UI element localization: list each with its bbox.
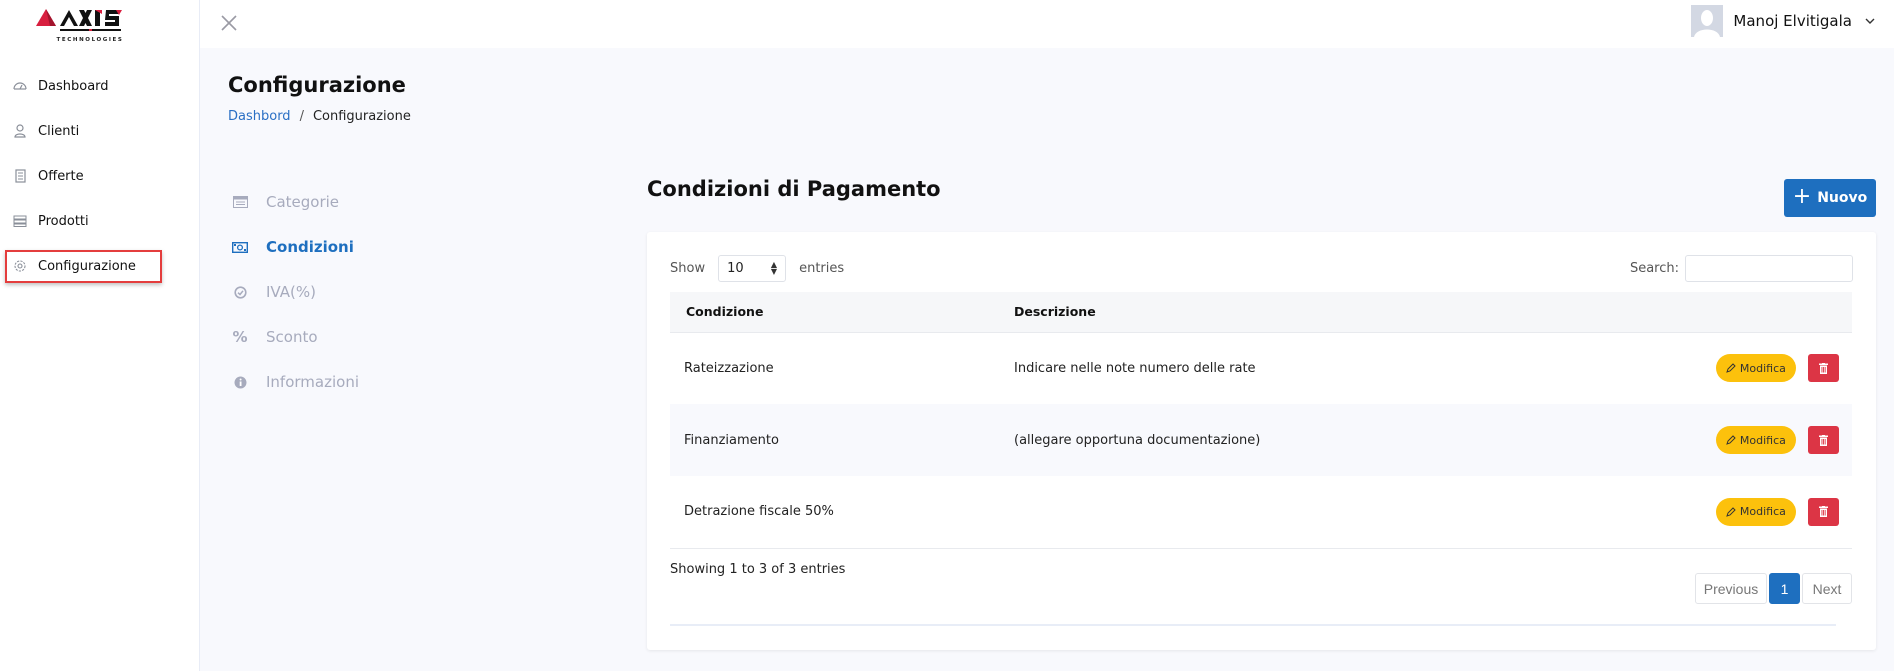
cell-descrizione: Indicare nelle note numero delle rate bbox=[1014, 360, 1256, 376]
breadcrumb-home-link[interactable]: Dashbord bbox=[228, 109, 291, 124]
subnav-label: Sconto bbox=[266, 328, 318, 346]
pagination-page-1[interactable]: 1 bbox=[1769, 573, 1800, 604]
cell-condizione: Rateizzazione bbox=[684, 360, 774, 376]
column-header-descrizione[interactable]: Descrizione bbox=[1014, 292, 1554, 332]
delete-button[interactable] bbox=[1808, 426, 1839, 454]
sidebar-item-clienti[interactable]: Clienti bbox=[12, 119, 79, 143]
sidebar-item-configurazione[interactable]: Configurazione bbox=[12, 254, 136, 278]
subnav-item-sconto[interactable]: % Sconto bbox=[232, 326, 318, 348]
top-header bbox=[200, 0, 1894, 48]
list-icon bbox=[12, 213, 28, 229]
sidebar-item-label: Clienti bbox=[38, 123, 80, 139]
new-button[interactable]: + Nuovo bbox=[1784, 179, 1876, 217]
percent-icon: % bbox=[232, 328, 248, 346]
cell-condizione: Detrazione fiscale 50% bbox=[684, 504, 834, 520]
pagination-next[interactable]: Next bbox=[1802, 573, 1852, 604]
cell-actions: Modifica bbox=[1554, 476, 1852, 548]
cell-descrizione: (allegare opportuna documentazione) bbox=[1014, 432, 1261, 448]
search-input[interactable] bbox=[1685, 255, 1853, 282]
subnav-label: Categorie bbox=[266, 193, 340, 211]
svg-text:TECHNOLOGIES: TECHNOLOGIES bbox=[57, 37, 124, 43]
subnav-label: Informazioni bbox=[266, 373, 359, 391]
pencil-icon bbox=[1726, 507, 1736, 517]
table-row: Rateizzazione Indicare nelle note numero… bbox=[670, 332, 1852, 404]
entries-length-control: Show 10 ▲ ▼ entries bbox=[670, 255, 844, 282]
receipt-icon bbox=[12, 168, 28, 184]
trash-icon bbox=[1819, 506, 1828, 518]
sidebar-item-label: Dashboard bbox=[38, 78, 109, 94]
page-title: Configurazione bbox=[228, 73, 406, 97]
conditions-table: Condizione Descrizione Rateizzazione Ind… bbox=[670, 292, 1852, 549]
pencil-icon bbox=[1726, 363, 1736, 374]
column-header-actions bbox=[1554, 292, 1852, 332]
delete-button[interactable] bbox=[1808, 497, 1839, 526]
entries-select-wrap: 10 ▲ ▼ bbox=[705, 255, 799, 282]
table-info: Showing 1 to 3 of 3 entries bbox=[670, 562, 846, 577]
section-title: Condizioni di Pagamento bbox=[647, 177, 941, 201]
sidebar-item-label: Offerte bbox=[38, 168, 84, 184]
breadcrumb-separator: / bbox=[299, 109, 304, 124]
edit-button[interactable]: Modifica bbox=[1715, 426, 1796, 454]
plus-icon: + bbox=[1792, 184, 1812, 209]
column-header-condizione[interactable]: Condizione bbox=[670, 292, 1014, 332]
close-icon bbox=[221, 15, 237, 31]
subnav-item-condizioni[interactable]: Condizioni bbox=[232, 236, 354, 258]
subnav-item-categorie[interactable]: Categorie bbox=[232, 191, 339, 213]
subnav-label: Condizioni bbox=[266, 238, 354, 256]
cell-descrizione bbox=[1014, 476, 1554, 548]
new-button-label: Nuovo bbox=[1817, 190, 1868, 206]
axis-logo[interactable]: TECHNOLOGIES bbox=[36, 4, 152, 46]
cell-actions: Modifica bbox=[1554, 332, 1852, 404]
breadcrumb: Dashbord / Configurazione bbox=[228, 109, 411, 124]
entries-select[interactable]: 10 bbox=[718, 255, 787, 282]
user-icon bbox=[12, 123, 28, 139]
breadcrumb-current: Configurazione bbox=[312, 109, 411, 124]
sidebar-item-label: Configurazione bbox=[38, 258, 136, 274]
list-alt-icon bbox=[232, 194, 248, 210]
entries-label: entries bbox=[799, 261, 845, 276]
pencil-icon bbox=[1726, 435, 1736, 445]
edit-button-label: Modifica bbox=[1739, 505, 1786, 519]
edit-button[interactable]: Modifica bbox=[1715, 354, 1796, 383]
check-circle-icon bbox=[232, 284, 248, 300]
dashboard-gauge-icon bbox=[12, 78, 28, 94]
pagination: Previous 1 Next bbox=[1695, 573, 1852, 604]
cell-actions: Modifica bbox=[1554, 404, 1852, 476]
edit-button[interactable]: Modifica bbox=[1715, 497, 1796, 526]
horizontal-scrollbar[interactable] bbox=[670, 624, 1836, 626]
info-circle-icon bbox=[232, 374, 248, 390]
edit-button-label: Modifica bbox=[1739, 433, 1786, 447]
trash-icon bbox=[1819, 434, 1828, 446]
delete-button[interactable] bbox=[1808, 354, 1839, 383]
show-label: Show bbox=[670, 261, 706, 276]
avatar bbox=[1691, 5, 1724, 37]
pagination-previous[interactable]: Previous bbox=[1695, 573, 1767, 604]
subnav-label: IVA(%) bbox=[266, 283, 316, 301]
subnav-item-informazioni[interactable]: Informazioni bbox=[232, 371, 359, 393]
gear-icon bbox=[12, 258, 28, 274]
search-control: Search: bbox=[1630, 255, 1853, 282]
chevron-down-icon bbox=[1865, 18, 1875, 24]
sidebar-item-offerte[interactable]: Offerte bbox=[12, 164, 84, 188]
sidebar-item-prodotti[interactable]: Prodotti bbox=[12, 209, 89, 233]
subnav-item-iva[interactable]: IVA(%) bbox=[232, 281, 316, 303]
sidebar-item-label: Prodotti bbox=[38, 213, 89, 229]
sidebar: TECHNOLOGIES Dashboard Clienti Offerte P… bbox=[0, 0, 200, 671]
table-row: Detrazione fiscale 50% Modifica bbox=[670, 476, 1852, 548]
table-row: Finanziamento (allegare opportuna docume… bbox=[670, 404, 1852, 476]
cell-condizione: Finanziamento bbox=[684, 432, 779, 448]
close-sidebar-button[interactable] bbox=[218, 12, 240, 34]
table-header-row: Condizione Descrizione bbox=[670, 292, 1852, 332]
trash-icon bbox=[1819, 362, 1828, 374]
user-name: Manoj Elvitigala bbox=[1733, 12, 1852, 30]
logo-graphic: TECHNOLOGIES bbox=[36, 9, 124, 43]
edit-button-label: Modifica bbox=[1739, 361, 1786, 375]
user-menu[interactable]: Manoj Elvitigala bbox=[1691, 5, 1876, 37]
sidebar-item-dashboard[interactable]: Dashboard bbox=[12, 74, 109, 98]
money-bill-icon bbox=[232, 239, 248, 255]
table-card: Show 10 ▲ ▼ entries Search: Condizione De… bbox=[647, 232, 1876, 650]
search-label: Search: bbox=[1629, 261, 1679, 276]
